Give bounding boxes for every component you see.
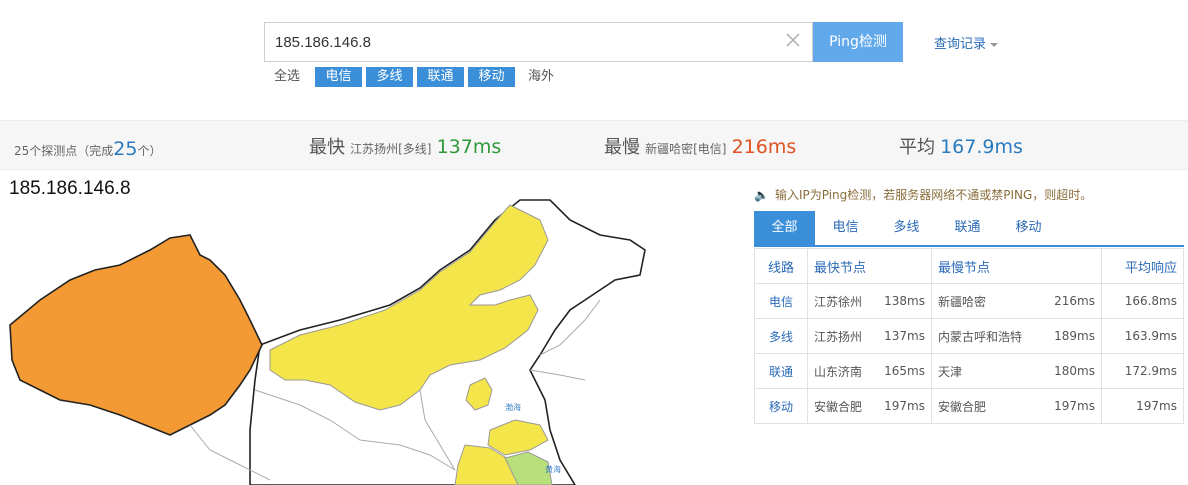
filter-mobile[interactable]: 移动 xyxy=(468,67,515,87)
province-border xyxy=(529,369,586,381)
filter-multiline[interactable]: 多线 xyxy=(366,67,413,87)
header-slowest: 最慢节点 xyxy=(931,248,1102,284)
tab-all[interactable]: 全部 xyxy=(754,211,815,245)
result-table: 线路 最快节点 最慢节点 平均响应 电信 江苏徐州 138ms 新疆哈密 216… xyxy=(754,248,1184,424)
table-row: 移动 安徽合肥 197ms 安徽合肥 197ms 197ms xyxy=(754,388,1184,424)
header-average: 平均响应 xyxy=(1101,248,1184,284)
slowest-ms: 216ms xyxy=(731,136,797,158)
table-row: 联通 山东济南 165ms 天津 180ms 172.9ms xyxy=(754,353,1184,389)
speaker-icon: 🔈 xyxy=(754,188,769,202)
map-ip-label: 185.186.146.8 xyxy=(9,178,131,199)
fastest-stat: 最快 江苏扬州[多线] 137ms xyxy=(309,136,502,158)
header-fastest: 最快节点 xyxy=(807,248,932,284)
slowest-stat: 最慢 新疆哈密[电信] 216ms xyxy=(604,136,797,158)
slowest-node: 新疆哈密[电信] xyxy=(645,142,727,156)
close-icon[interactable] xyxy=(783,30,803,50)
filter-unicom[interactable]: 联通 xyxy=(417,67,464,87)
fastest-node: 江苏扬州[多线] xyxy=(350,142,432,156)
filter-select-all[interactable]: 全选 xyxy=(274,67,304,87)
region-xinjiang[interactable] xyxy=(9,234,263,436)
filter-telecom[interactable]: 电信 xyxy=(315,67,362,87)
sea-label-bohai: 渤海 xyxy=(505,402,521,412)
average-stat: 平均 167.9ms xyxy=(899,136,1023,158)
tab-telecom[interactable]: 电信 xyxy=(815,211,876,245)
ping-button[interactable]: Ping检测 xyxy=(813,22,903,62)
history-dropdown[interactable]: 查询记录 xyxy=(934,33,999,52)
table-header-row: 线路 最快节点 最慢节点 平均响应 xyxy=(754,248,1184,284)
stats-bar: 25个探测点（完成25个） 最快 江苏扬州[多线] 137ms 最慢 新疆哈密[… xyxy=(0,120,1188,170)
top-bar: Ping检测 查询记录 全选 电信 多线 联通 移动 海外 xyxy=(0,0,1188,112)
table-row: 多线 江苏扬州 137ms 内蒙古呼和浩特 189ms 163.9ms xyxy=(754,318,1184,354)
tab-unicom[interactable]: 联通 xyxy=(937,211,998,245)
header-line: 线路 xyxy=(754,248,808,284)
sea-label-huanghai: 黄海 xyxy=(545,464,561,474)
search-box xyxy=(264,22,813,62)
probe-count: 25个探测点（完成25个） xyxy=(14,138,162,160)
search-input[interactable] xyxy=(265,23,775,61)
probe-done-count: 25 xyxy=(113,138,138,160)
chevron-down-icon xyxy=(990,42,999,47)
history-label: 查询记录 xyxy=(934,37,987,52)
result-tabs: 全部 电信 多线 联通 移动 xyxy=(754,211,1184,247)
tab-multiline[interactable]: 多线 xyxy=(876,211,937,245)
table-row: 电信 江苏徐州 138ms 新疆哈密 216ms 166.8ms xyxy=(754,283,1184,319)
china-map: 渤海 黄海 xyxy=(9,199,646,485)
average-ms: 167.9ms xyxy=(940,136,1023,158)
fastest-ms: 137ms xyxy=(436,136,502,158)
notice: 🔈 输入IP为Ping检测，若服务器网络不通或禁PING，则超时。 xyxy=(754,188,1093,202)
tab-mobile[interactable]: 移动 xyxy=(998,211,1059,245)
filter-overseas[interactable]: 海外 xyxy=(528,67,558,87)
